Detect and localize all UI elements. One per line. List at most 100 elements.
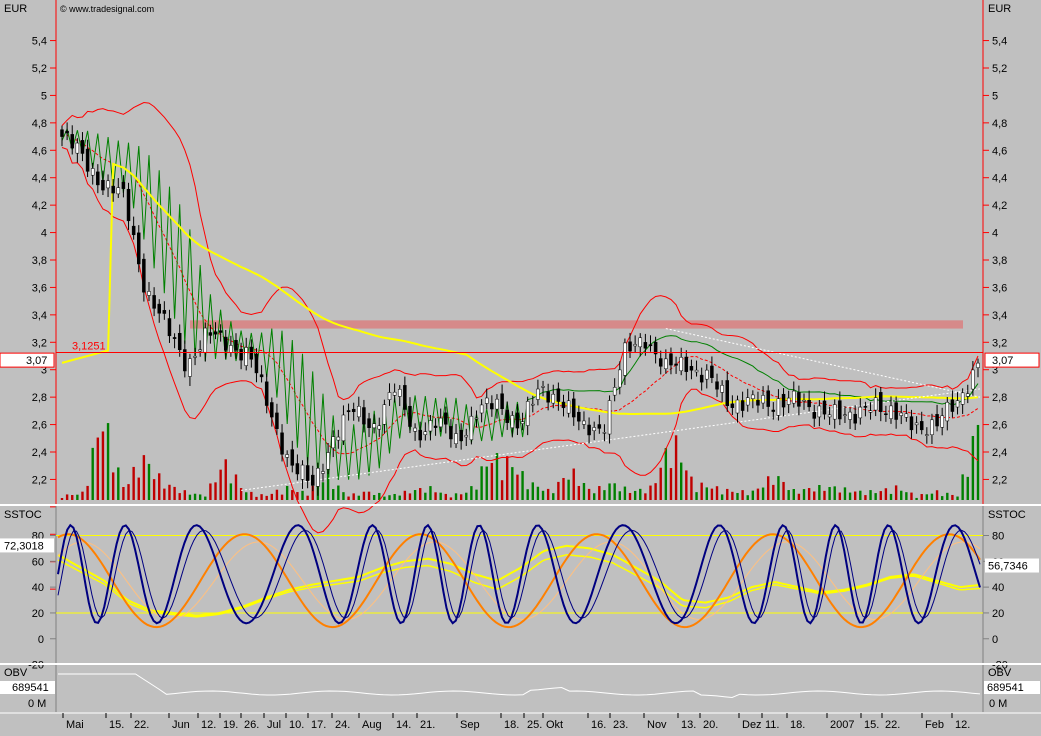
volume-bar: [603, 490, 606, 500]
price-tick-right-label: 3,4: [992, 310, 1007, 322]
volume-bar: [142, 455, 146, 500]
candle-body: [372, 423, 376, 429]
candle-body: [607, 400, 612, 435]
x-axis-tick-label: 12.: [955, 719, 970, 731]
volume-bar: [178, 493, 181, 500]
volume-bar: [623, 486, 627, 500]
candle-body: [919, 421, 924, 431]
candle-body: [218, 330, 223, 333]
volume-bar: [265, 495, 268, 500]
candle-body: [116, 187, 121, 195]
candle-body: [838, 400, 842, 420]
candle-body: [295, 463, 300, 475]
candle-body: [203, 327, 208, 353]
candle-body: [193, 355, 197, 358]
volume-bar: [766, 476, 770, 500]
volume-bar: [736, 492, 739, 500]
volume-bar: [111, 472, 115, 500]
x-axis-tick-label: 19.: [223, 719, 238, 731]
volume-bar: [644, 493, 647, 500]
x-axis-tick-label: 22.: [134, 719, 149, 731]
candle-body: [96, 171, 100, 186]
volume-bar: [449, 497, 453, 500]
candle-body: [280, 432, 284, 455]
volume-bar: [76, 494, 79, 500]
volume-bar: [859, 490, 862, 500]
obv-value-right: 689541: [987, 682, 1024, 694]
candle-body: [321, 471, 325, 474]
volume-bar: [352, 493, 355, 500]
candle-body: [802, 399, 806, 402]
x-axis-tick-label: 15.: [109, 719, 124, 731]
volume-bar: [869, 490, 872, 500]
candle-body: [346, 410, 351, 413]
volume-bar: [357, 495, 361, 500]
candle-body: [868, 410, 873, 413]
price-tick-right-label: 3,8: [992, 255, 1007, 267]
volume-bar: [255, 496, 258, 500]
volume-bar: [946, 492, 949, 500]
candle-body: [674, 363, 678, 366]
candle-body: [853, 413, 857, 424]
candle-body: [976, 362, 980, 368]
volume-bar: [669, 468, 673, 500]
candle-body: [597, 424, 602, 429]
candle-body: [894, 402, 898, 420]
candle-body: [316, 467, 320, 487]
volume-bar: [270, 493, 274, 500]
sstoc-label-left: SSTOC: [4, 509, 42, 521]
sstoc-tick-left-label: -20: [28, 660, 44, 672]
x-axis-tick-label: 26.: [244, 719, 259, 731]
x-axis-tick-label: 21.: [420, 719, 435, 731]
volume-bar: [193, 493, 197, 500]
volume-bar: [398, 495, 401, 500]
candle-body: [484, 397, 489, 404]
volume-bar: [531, 482, 534, 500]
x-axis-tick-label: 14.: [396, 719, 411, 731]
price-tick-left-label: 2,2: [32, 474, 47, 486]
volume-bar: [321, 482, 325, 500]
candle-body: [111, 185, 115, 194]
volume-bar: [828, 487, 831, 500]
volume-bar: [715, 486, 719, 500]
volume-bar: [485, 466, 488, 500]
candle-body: [664, 358, 668, 370]
volume-bar: [372, 495, 376, 500]
candle-body: [198, 349, 202, 352]
candle-body: [843, 414, 847, 416]
volume-bar: [362, 491, 366, 500]
candle-body: [669, 353, 673, 366]
candle-body: [561, 401, 566, 409]
volume-bar: [756, 488, 760, 500]
candle-body: [689, 366, 694, 371]
candle-body: [648, 344, 653, 347]
candle-body: [592, 427, 596, 432]
volume-bar: [454, 493, 458, 500]
volume-bar: [403, 490, 407, 500]
volume-bar: [536, 486, 540, 500]
candle-body: [960, 392, 965, 405]
volume-bar: [746, 495, 749, 500]
volume-bar: [198, 494, 202, 500]
sstoc-value-left: 72,3018: [4, 540, 44, 552]
volume-bar: [65, 494, 69, 500]
x-axis-tick-label: Okt: [546, 719, 563, 731]
candle-body: [464, 435, 469, 438]
candle-body: [172, 337, 177, 339]
volume-bar: [659, 467, 662, 500]
volume-bar: [337, 485, 340, 500]
candle-body: [285, 454, 289, 458]
volume-bar: [219, 469, 222, 500]
candle-body: [264, 381, 269, 406]
candle-body: [362, 407, 366, 425]
candle-body: [479, 404, 484, 414]
candle-body: [239, 348, 243, 361]
x-axis-tick-label: 16.: [591, 719, 606, 731]
volume-bar: [633, 490, 637, 500]
price-tick-right-label: 4: [992, 228, 998, 240]
candle-body: [357, 406, 361, 418]
x-axis-tick-label: 23.: [613, 719, 628, 731]
volume-bar: [229, 483, 233, 500]
volume-bar: [347, 496, 350, 500]
price-tick-right-label: 5,4: [992, 36, 1007, 48]
